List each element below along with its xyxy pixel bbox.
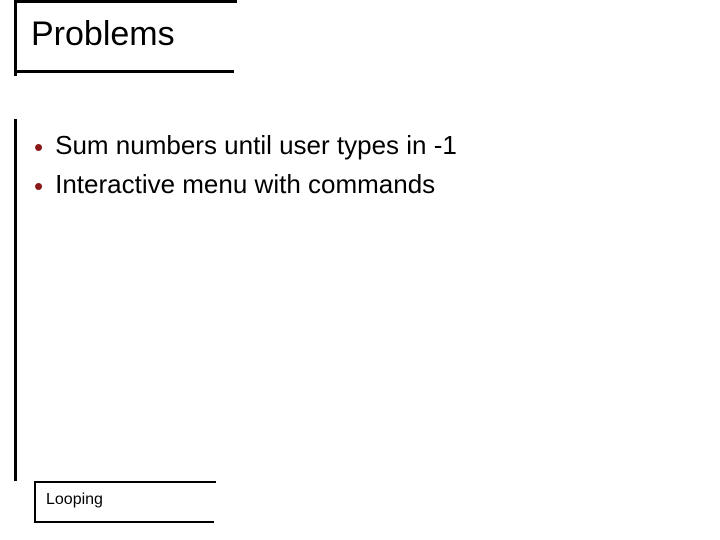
title-block: Problems (14, 0, 237, 76)
footer-underline (34, 521, 214, 523)
body-vertical-rule (14, 119, 17, 481)
title-underline (14, 70, 234, 73)
footer-label: Looping (46, 491, 103, 509)
list-item: • Interactive menu with commands (34, 167, 457, 202)
bullet-icon: • (34, 173, 43, 199)
bullet-text: Interactive menu with commands (55, 167, 435, 202)
slide-title: Problems (31, 15, 175, 54)
bullet-text: Sum numbers until user types in -1 (55, 128, 457, 163)
footer-block: Looping (34, 481, 216, 523)
bullet-icon: • (34, 134, 43, 160)
list-item: • Sum numbers until user types in -1 (34, 128, 457, 163)
bullet-list: • Sum numbers until user types in -1 • I… (34, 128, 457, 206)
slide: Problems • Sum numbers until user types … (0, 0, 720, 540)
